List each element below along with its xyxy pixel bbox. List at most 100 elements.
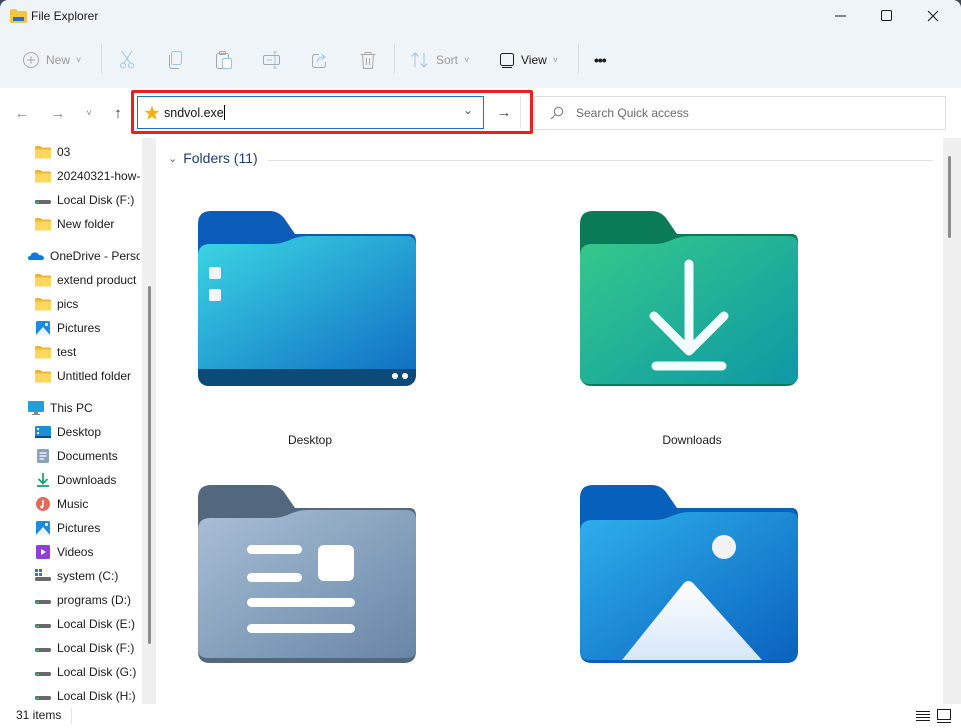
sidebar-item[interactable]: Desktop <box>35 420 101 444</box>
file-list-scrollbar-thumb[interactable] <box>948 156 951 238</box>
sidebar-item[interactable]: New folder <box>35 212 114 236</box>
folder-tile-downloads[interactable]: Downloads <box>572 204 812 454</box>
sort-button[interactable]: Sort ˅ <box>410 40 469 80</box>
text-caret <box>223 105 225 120</box>
sidebar-item-label: test <box>57 345 77 359</box>
sidebar-item-label: New folder <box>57 217 115 231</box>
rename-button[interactable] <box>262 40 282 80</box>
chevron-down-icon: ˅ <box>76 55 82 65</box>
go-button[interactable]: → <box>488 96 521 129</box>
sidebar-item-label: Music <box>57 497 89 511</box>
videos-icon <box>35 545 51 559</box>
delete-button[interactable] <box>359 40 377 80</box>
share-icon <box>312 53 326 68</box>
sidebar-item[interactable]: 03 <box>35 140 70 164</box>
sidebar-item[interactable]: Local Disk (F:) <box>35 188 134 212</box>
star-icon <box>144 105 160 120</box>
address-bar-input[interactable]: sndvol.exe ⌄ <box>137 96 484 129</box>
toolbar-divider <box>394 44 395 74</box>
new-button[interactable]: New ˅ <box>22 40 81 80</box>
folder-tile-pictures[interactable] <box>572 481 812 681</box>
paste-button[interactable] <box>215 40 233 80</box>
toolbar-divider <box>578 44 579 74</box>
desktop-icon <box>35 425 51 439</box>
item-count: 31 items <box>16 708 62 722</box>
maximize-button[interactable] <box>864 0 910 32</box>
large-icons-view-button[interactable] <box>934 706 954 726</box>
more-options-button[interactable]: ••• <box>594 40 607 80</box>
sidebar-item-label: programs (D:) <box>57 593 132 607</box>
folder-tile-documents[interactable] <box>190 481 430 681</box>
minimize-button[interactable] <box>818 0 864 32</box>
sidebar-item[interactable]: Music <box>35 492 88 516</box>
search-input[interactable]: Search Quick access <box>534 96 946 130</box>
sidebar-item[interactable]: This PC <box>28 396 93 420</box>
sidebar-item[interactable]: system (C:) <box>35 564 118 588</box>
file-list-scrollbar[interactable] <box>943 138 961 704</box>
back-button[interactable]: ← <box>11 102 33 124</box>
new-label: New <box>46 53 71 67</box>
window-title: File Explorer <box>31 9 99 23</box>
close-button[interactable] <box>910 0 956 32</box>
copy-button[interactable] <box>167 40 185 80</box>
sidebar-item[interactable]: Local Disk (E:) <box>35 612 135 636</box>
command-bar: New ˅ Sort ˅ View ˅ ••• <box>0 40 961 80</box>
content-area: 03 20240321-how-t Local Disk (F:) New folde… <box>0 138 961 704</box>
delete-icon <box>360 52 376 69</box>
search-icon <box>550 106 564 120</box>
sidebar-item[interactable]: Local Disk (H:) <box>35 684 136 704</box>
sidebar-item[interactable]: Documents <box>35 444 118 468</box>
sidebar-item-label: Local Disk (F:) <box>57 641 135 655</box>
sidebar-item[interactable]: Videos <box>35 540 93 564</box>
sidebar-item-label: pics <box>57 297 79 311</box>
arrow-left-icon: ← <box>14 104 30 122</box>
view-button[interactable]: View ˅ <box>499 40 558 80</box>
group-divider <box>268 160 933 161</box>
sidebar-item[interactable]: Pictures <box>35 516 100 540</box>
details-view-icon <box>916 711 930 721</box>
copy-icon <box>169 51 182 69</box>
minimize-icon <box>835 15 846 17</box>
folders-group-header[interactable]: ⌄ Folders (11) <box>168 150 258 166</box>
sidebar-item-label: system (C:) <box>57 569 119 583</box>
recent-locations-button[interactable]: ˅ <box>78 102 100 124</box>
details-view-button[interactable] <box>913 706 933 726</box>
sort-icon <box>411 52 428 68</box>
title-bar: File Explorer <box>0 0 961 34</box>
folder-icon <box>35 369 51 383</box>
sidebar-item[interactable]: Untitled folder <box>35 364 131 388</box>
folder-tile-desktop[interactable]: Desktop <box>190 204 430 454</box>
documents-icon <box>35 449 51 463</box>
sidebar-item[interactable]: programs (D:) <box>35 588 131 612</box>
sidebar-item[interactable]: Local Disk (G:) <box>35 660 136 684</box>
sidebar-item[interactable]: test <box>35 340 76 364</box>
sidebar-item-label: Videos <box>57 545 94 559</box>
navigation-pane: 03 20240321-how-t Local Disk (F:) New folde… <box>0 138 140 704</box>
sidebar-item[interactable]: Local Disk (F:) <box>35 636 134 660</box>
sidebar-item[interactable]: Downloads <box>35 468 116 492</box>
drive-icon <box>35 193 51 207</box>
drive-icon <box>35 665 51 679</box>
file-explorer-app-icon <box>10 9 27 23</box>
cut-button[interactable] <box>118 40 136 80</box>
sidebar-item[interactable]: 20240321-how-t <box>35 164 140 188</box>
file-explorer-window: File Explorer New ˅ Sort ˅ View ˅ ••• ← … <box>0 0 961 728</box>
sidebar-scrollbar-thumb[interactable] <box>148 286 151 644</box>
sidebar-item[interactable]: Pictures <box>35 316 100 340</box>
forward-button[interactable]: → <box>47 102 69 124</box>
cut-icon <box>120 50 134 69</box>
up-button[interactable]: ↑ <box>107 102 129 124</box>
folder-icon <box>35 169 51 183</box>
toolbar-divider <box>101 44 102 74</box>
sidebar-item-label: Documents <box>57 449 118 463</box>
address-value: sndvol.exe <box>164 105 225 120</box>
address-dropdown-button[interactable]: ⌄ <box>463 103 473 117</box>
folder-icon <box>35 217 51 231</box>
folder-icon <box>35 273 51 287</box>
share-button[interactable] <box>311 40 329 80</box>
sidebar-item[interactable]: OneDrive - Persor <box>28 244 140 268</box>
sidebar-item[interactable]: pics <box>35 292 78 316</box>
sidebar-item[interactable]: extend product <box>35 268 136 292</box>
onedrive-icon <box>28 249 44 263</box>
documents-folder-icon <box>198 485 416 663</box>
